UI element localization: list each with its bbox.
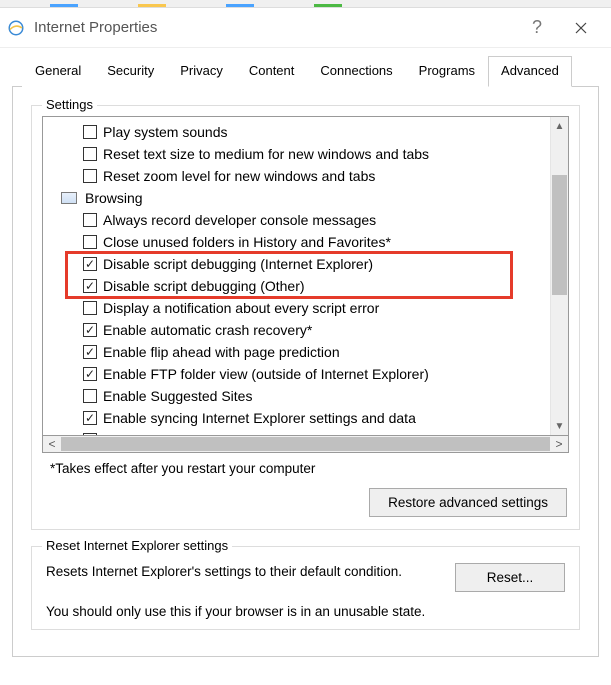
checkbox[interactable] [83, 257, 97, 271]
tree-item[interactable]: Enable syncing Internet Explorer setting… [43, 407, 550, 429]
tree-item[interactable]: Reset zoom level for new windows and tab… [43, 165, 550, 187]
folder-icon [61, 192, 77, 204]
checkbox[interactable] [83, 213, 97, 227]
tree-item[interactable]: Display a notification about every scrip… [43, 297, 550, 319]
tree-item-label: Play system sounds [103, 124, 228, 140]
tree-item[interactable]: Enable third-party browser extensions* [43, 429, 550, 435]
restart-note: *Takes effect after you restart your com… [50, 461, 569, 476]
tab-connections[interactable]: Connections [307, 56, 405, 87]
tab-security[interactable]: Security [94, 56, 167, 87]
tree-item[interactable]: Reset text size to medium for new window… [43, 143, 550, 165]
checkbox[interactable] [83, 235, 97, 249]
reset-button[interactable]: Reset... [455, 563, 565, 592]
checkbox[interactable] [83, 345, 97, 359]
reset-description: Resets Internet Explorer's settings to t… [46, 563, 435, 582]
scroll-right-icon[interactable]: > [550, 436, 568, 452]
tree-item[interactable]: Enable flip ahead with page prediction [43, 341, 550, 363]
settings-legend: Settings [42, 97, 97, 112]
tree-item-label: Enable syncing Internet Explorer setting… [103, 410, 416, 426]
reset-warning: You should only use this if your browser… [46, 604, 565, 619]
tree-item-label: Disable script debugging (Internet Explo… [103, 256, 373, 272]
tree-item[interactable]: Enable FTP folder view (outside of Inter… [43, 363, 550, 385]
checkbox[interactable] [83, 367, 97, 381]
hscroll-track[interactable] [61, 436, 550, 452]
tree-item-label: Close unused folders in History and Favo… [103, 234, 391, 250]
tree-item-label: Browsing [85, 190, 143, 206]
tree-item-label: Enable flip ahead with page prediction [103, 344, 340, 360]
tab-privacy[interactable]: Privacy [167, 56, 236, 87]
scroll-left-icon[interactable]: < [43, 436, 61, 452]
tree-item-label: Always record developer console messages [103, 212, 376, 228]
tab-advanced[interactable]: Advanced [488, 56, 572, 87]
tab-panel-advanced: Settings Play system sounds Reset text si… [12, 87, 599, 657]
tree-item-label: Enable FTP folder view (outside of Inter… [103, 366, 429, 382]
tree-group[interactable]: Browsing [43, 187, 550, 209]
tree-item[interactable]: Close unused folders in History and Favo… [43, 231, 550, 253]
tabstrip: GeneralSecurityPrivacyContentConnections… [12, 56, 599, 87]
checkbox[interactable] [83, 169, 97, 183]
tree-item[interactable]: Enable automatic crash recovery* [43, 319, 550, 341]
tree-item[interactable]: Disable script debugging (Other) [43, 275, 550, 297]
vertical-scrollbar[interactable]: ▲ ▼ [550, 117, 568, 435]
checkbox[interactable] [83, 147, 97, 161]
checkbox[interactable] [83, 125, 97, 139]
app-icon [6, 18, 26, 38]
tab-programs[interactable]: Programs [406, 56, 488, 87]
reset-legend: Reset Internet Explorer settings [42, 538, 232, 553]
checkbox[interactable] [83, 323, 97, 337]
checkbox[interactable] [83, 433, 97, 435]
tree-item-label: Enable automatic crash recovery* [103, 322, 312, 338]
close-button[interactable] [557, 8, 605, 48]
scroll-down-icon[interactable]: ▼ [551, 417, 568, 435]
settings-tree-body: Play system sounds Reset text size to med… [43, 117, 550, 435]
window-title: Internet Properties [34, 19, 517, 36]
checkbox[interactable] [83, 301, 97, 315]
hscroll-thumb[interactable] [61, 437, 550, 451]
checkbox[interactable] [83, 389, 97, 403]
tree-item-label: Enable third-party browser extensions* [103, 432, 343, 435]
tree-item[interactable]: Always record developer console messages [43, 209, 550, 231]
tree-item-label: Display a notification about every scrip… [103, 300, 379, 316]
tree-item[interactable]: Play system sounds [43, 121, 550, 143]
tree-item-label: Reset zoom level for new windows and tab… [103, 168, 375, 184]
help-button[interactable]: ? [517, 8, 557, 48]
tab-general[interactable]: General [22, 56, 94, 87]
horizontal-scrollbar[interactable]: < > [42, 435, 569, 453]
tab-content[interactable]: Content [236, 56, 308, 87]
restore-advanced-button[interactable]: Restore advanced settings [369, 488, 567, 517]
tree-item[interactable]: Disable script debugging (Internet Explo… [43, 253, 550, 275]
titlebar: Internet Properties ? [0, 8, 611, 48]
tree-item-label: Reset text size to medium for new window… [103, 146, 429, 162]
settings-tree[interactable]: Play system sounds Reset text size to med… [42, 116, 569, 436]
tree-item[interactable]: Enable Suggested Sites [43, 385, 550, 407]
scroll-track[interactable] [551, 135, 568, 417]
scroll-thumb[interactable] [552, 175, 567, 295]
tree-item-label: Enable Suggested Sites [103, 388, 252, 404]
checkbox[interactable] [83, 279, 97, 293]
checkbox[interactable] [83, 411, 97, 425]
scroll-up-icon[interactable]: ▲ [551, 117, 568, 135]
reset-groupbox: Reset Internet Explorer settings Resets … [31, 546, 580, 630]
tree-item-label: Disable script debugging (Other) [103, 278, 305, 294]
settings-groupbox: Settings Play system soundsReset text si… [31, 105, 580, 530]
